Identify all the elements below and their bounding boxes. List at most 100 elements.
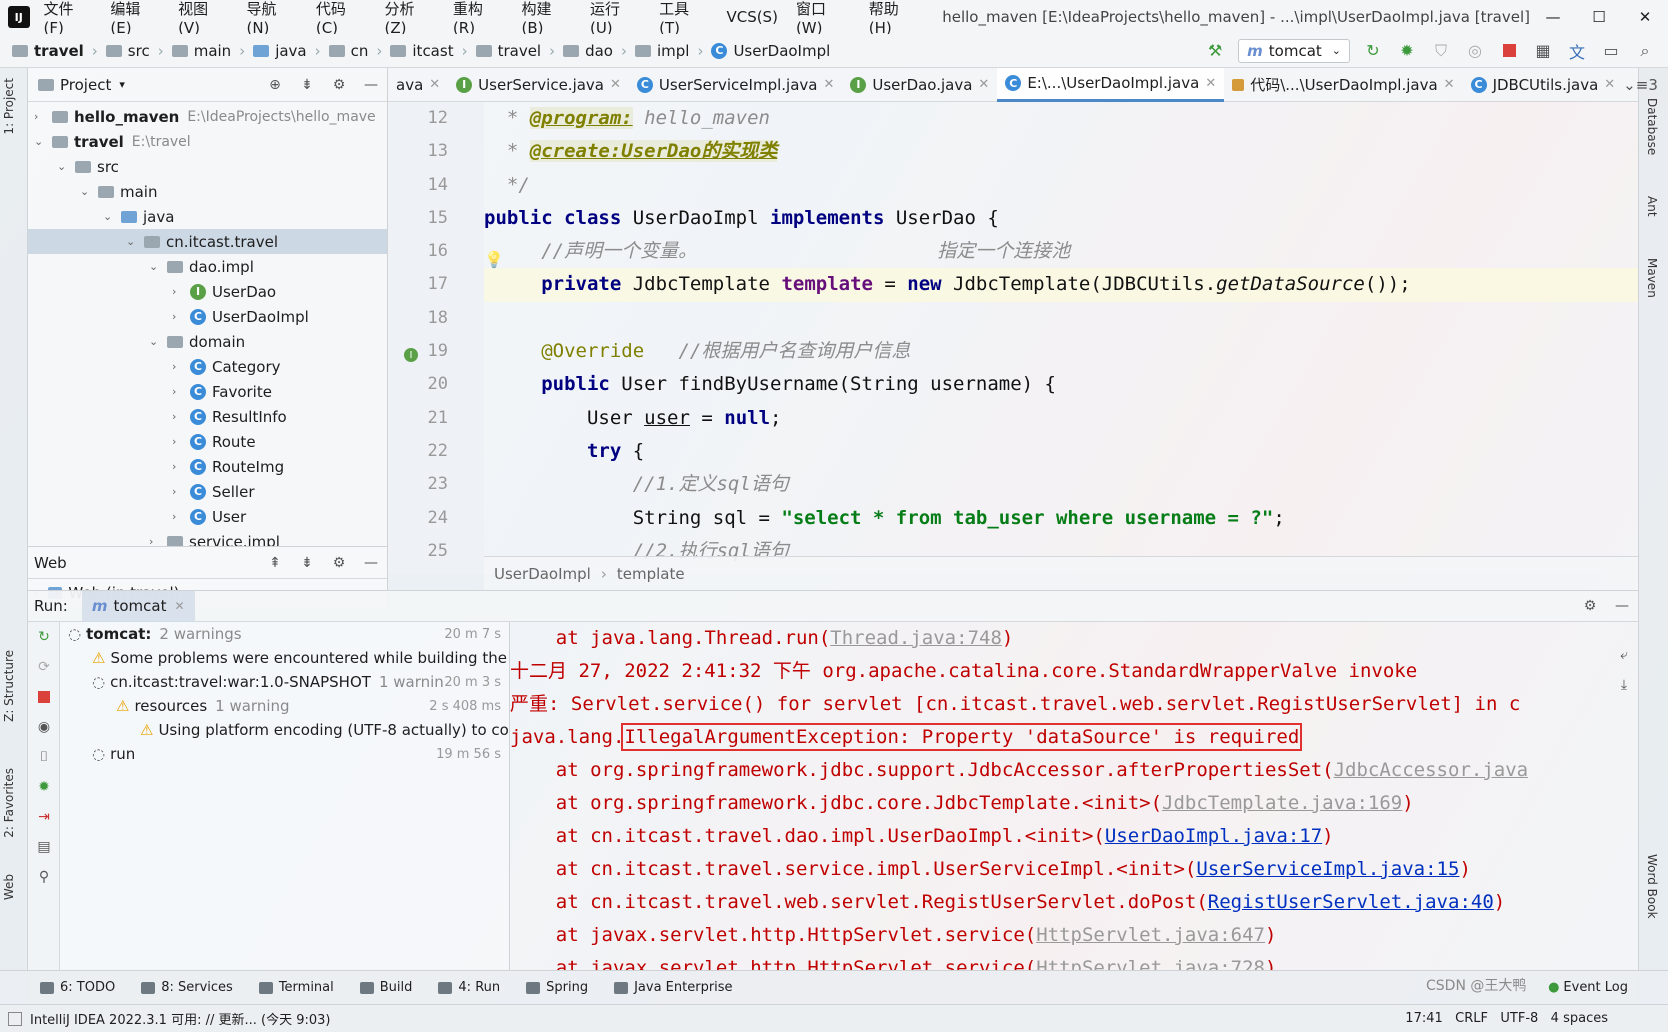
project-tree-item[interactable]: › C Route bbox=[28, 429, 387, 454]
project-tree-item[interactable]: › service.impl bbox=[28, 529, 387, 546]
menu-item[interactable]: VCS(S) bbox=[726, 8, 777, 26]
project-tree-item[interactable]: › C RouteImg bbox=[28, 454, 387, 479]
breadcrumb-item[interactable]: travel › bbox=[475, 42, 555, 60]
menu-item[interactable]: 分析(Z) bbox=[384, 0, 434, 37]
project-structure-icon[interactable]: ▦ bbox=[1532, 40, 1554, 62]
stacktrace-link[interactable]: UserServiceImpl.java:15 bbox=[1196, 858, 1459, 880]
chevron-down-icon[interactable]: ⌄ bbox=[57, 160, 71, 173]
tool-structure[interactable]: Z: Structure bbox=[2, 650, 16, 722]
translate-icon[interactable]: 文 bbox=[1566, 40, 1588, 62]
debug-icon[interactable]: ✹ bbox=[1396, 40, 1418, 62]
chevron-down-icon[interactable]: ⌄ bbox=[126, 235, 140, 248]
stacktrace-link[interactable]: RegistUserServlet.java:40 bbox=[1208, 891, 1494, 913]
chevron-down-icon[interactable]: ▾ bbox=[119, 78, 125, 91]
breadcrumb-item[interactable]: impl › bbox=[634, 42, 703, 60]
run-tree-item[interactable]: ◌ cn.itcast:travel:war:1.0-SNAPSHOT 1 warn… bbox=[60, 670, 509, 694]
close-icon[interactable]: ✕ bbox=[429, 77, 440, 92]
breadcrumb-item[interactable]: java › bbox=[253, 42, 321, 60]
chevron-right-icon[interactable]: › bbox=[34, 110, 48, 123]
chevron-down-icon[interactable]: ⌄ bbox=[149, 260, 163, 273]
close-icon[interactable]: ✕ bbox=[1205, 76, 1216, 91]
editor-tab[interactable]: C UserServiceImpl.java ✕ bbox=[629, 68, 842, 102]
editor-tab[interactable]: ava ✕ bbox=[388, 68, 448, 102]
soft-wrap-icon[interactable]: ⤶ bbox=[1614, 645, 1634, 665]
search-icon[interactable]: ⌕ bbox=[1634, 40, 1656, 62]
menu-item[interactable]: 文件(F) bbox=[44, 0, 93, 37]
gear-icon[interactable]: ⚙ bbox=[329, 553, 349, 573]
collapse-all-icon[interactable]: ⇟ bbox=[297, 553, 317, 573]
run-tree-item[interactable]: ◌ run 19 m 56 s bbox=[60, 742, 509, 766]
collapse-all-icon[interactable]: ⇟ bbox=[297, 75, 317, 95]
breadcrumb-item[interactable]: travel › bbox=[12, 42, 98, 60]
console-output[interactable]: at java.lang.Thread.run(Thread.java:748)… bbox=[510, 622, 1638, 970]
breadcrumb-item[interactable]: cn › bbox=[328, 42, 382, 60]
run-tree-item[interactable]: ◌ tomcat: 2 warnings 20 m 7 s bbox=[60, 622, 509, 646]
run-tree-item[interactable]: ⚠ Some problems were encountered while bu… bbox=[60, 646, 509, 670]
close-icon[interactable]: ✕ bbox=[1604, 77, 1615, 92]
breadcrumb-class[interactable]: UserDaoImpl bbox=[494, 565, 591, 583]
status-icon[interactable] bbox=[8, 1011, 22, 1026]
chevron-right-icon[interactable]: › bbox=[172, 410, 186, 423]
breadcrumb-item[interactable]: src › bbox=[105, 42, 164, 60]
bottom-tool-tab[interactable]: 4: Run bbox=[438, 980, 500, 995]
status-info[interactable]: 17:41 CRLF UTF-8 4 spaces bbox=[1405, 1011, 1608, 1026]
code-editor[interactable]: * @program: hello_maven * @create:UserDa… bbox=[484, 102, 1638, 574]
run-tab-tomcat[interactable]: m tomcat ✕ bbox=[81, 590, 195, 622]
menu-item[interactable]: 重构(R) bbox=[453, 0, 504, 37]
menu-item[interactable]: 构建(B) bbox=[522, 0, 572, 37]
close-icon[interactable]: ✕ bbox=[823, 77, 834, 92]
menu-item[interactable]: 帮助(H) bbox=[869, 0, 920, 37]
project-view-title[interactable]: Project bbox=[60, 76, 111, 94]
rerun-icon[interactable]: ↻ bbox=[1362, 40, 1384, 62]
bottom-tool-tab[interactable]: Java Enterprise bbox=[614, 980, 733, 995]
project-tree-item[interactable]: ⌄ main bbox=[28, 179, 387, 204]
tool-maven[interactable]: Maven bbox=[1645, 258, 1659, 298]
bottom-tool-tab[interactable]: 8: Services bbox=[141, 980, 233, 995]
editor-tab[interactable]: C JDBCUtils.java ✕ bbox=[1463, 68, 1624, 102]
project-tree-item[interactable]: ⌄ src bbox=[28, 154, 387, 179]
menu-item[interactable]: 窗口(W) bbox=[796, 0, 851, 37]
chevron-right-icon[interactable]: › bbox=[172, 385, 186, 398]
run-tree-item[interactable]: ⚠ resources 1 warning 2 s 408 ms bbox=[60, 694, 509, 718]
project-tree-item[interactable]: ⌄ dao.impl bbox=[28, 254, 387, 279]
gear-icon[interactable]: ⚙ bbox=[1580, 596, 1600, 616]
update-app-icon[interactable]: ⟳ bbox=[34, 657, 54, 677]
breadcrumb-item[interactable]: itcast › bbox=[390, 42, 468, 60]
gear-icon[interactable]: ⚙ bbox=[329, 75, 349, 95]
breadcrumb-item[interactable]: dao › bbox=[563, 42, 627, 60]
editor-tab[interactable]: C E:\...\UserDaoImpl.java ✕ bbox=[997, 67, 1225, 102]
project-tree-item[interactable]: › C ResultInfo bbox=[28, 404, 387, 429]
view-icon[interactable]: ◉ bbox=[34, 717, 54, 737]
menu-item[interactable]: 工具(T) bbox=[659, 0, 708, 37]
locate-icon[interactable]: ⊕ bbox=[265, 75, 285, 95]
project-tree-item[interactable]: ⌄ travel E:\travel bbox=[28, 129, 387, 154]
status-message[interactable]: IntelliJ IDEA 2022.3.1 可用: // 更新... (今天 … bbox=[30, 1009, 330, 1028]
chevron-right-icon[interactable]: › bbox=[172, 435, 186, 448]
expand-all-icon[interactable]: ⇞ bbox=[265, 553, 285, 573]
bottom-tool-tab[interactable]: Spring bbox=[526, 980, 588, 995]
project-tree-item[interactable]: › C Seller bbox=[28, 479, 387, 504]
minimize-button[interactable]: — bbox=[1530, 8, 1576, 26]
breadcrumb-field[interactable]: template bbox=[617, 565, 685, 583]
chevron-right-icon[interactable]: › bbox=[149, 535, 163, 546]
tool-favorites[interactable]: 2: Favorites bbox=[2, 768, 16, 838]
presentation-icon[interactable]: ▭ bbox=[1600, 40, 1622, 62]
project-tree-item[interactable]: ⌄ domain bbox=[28, 329, 387, 354]
maximize-button[interactable]: ☐ bbox=[1576, 8, 1622, 26]
bottom-tool-tab[interactable]: 6: TODO bbox=[40, 980, 115, 995]
project-tree-item[interactable]: › I UserDao bbox=[28, 279, 387, 304]
stop-icon[interactable] bbox=[34, 687, 54, 707]
scroll-to-end-icon[interactable]: ⤓ bbox=[1614, 675, 1634, 695]
close-icon[interactable]: ✕ bbox=[174, 599, 184, 613]
bottom-tool-tab[interactable]: Build bbox=[359, 980, 412, 995]
chevron-down-icon[interactable]: ⌄ bbox=[149, 335, 163, 348]
chevron-right-icon[interactable]: › bbox=[172, 310, 186, 323]
tool-word-book[interactable]: Word Book bbox=[1645, 854, 1659, 919]
build-hammer-icon[interactable]: ⚒ bbox=[1204, 40, 1226, 62]
tool-web[interactable]: Web bbox=[2, 874, 16, 900]
editor-tab[interactable]: 代码\...\UserDaoImpl.java ✕ bbox=[1224, 68, 1462, 102]
chevron-right-icon[interactable]: › bbox=[172, 485, 186, 498]
menu-item[interactable]: 代码(C) bbox=[316, 0, 367, 37]
event-log-button[interactable]: ● Event Log bbox=[1548, 980, 1628, 995]
hide-icon[interactable]: — bbox=[361, 75, 381, 95]
